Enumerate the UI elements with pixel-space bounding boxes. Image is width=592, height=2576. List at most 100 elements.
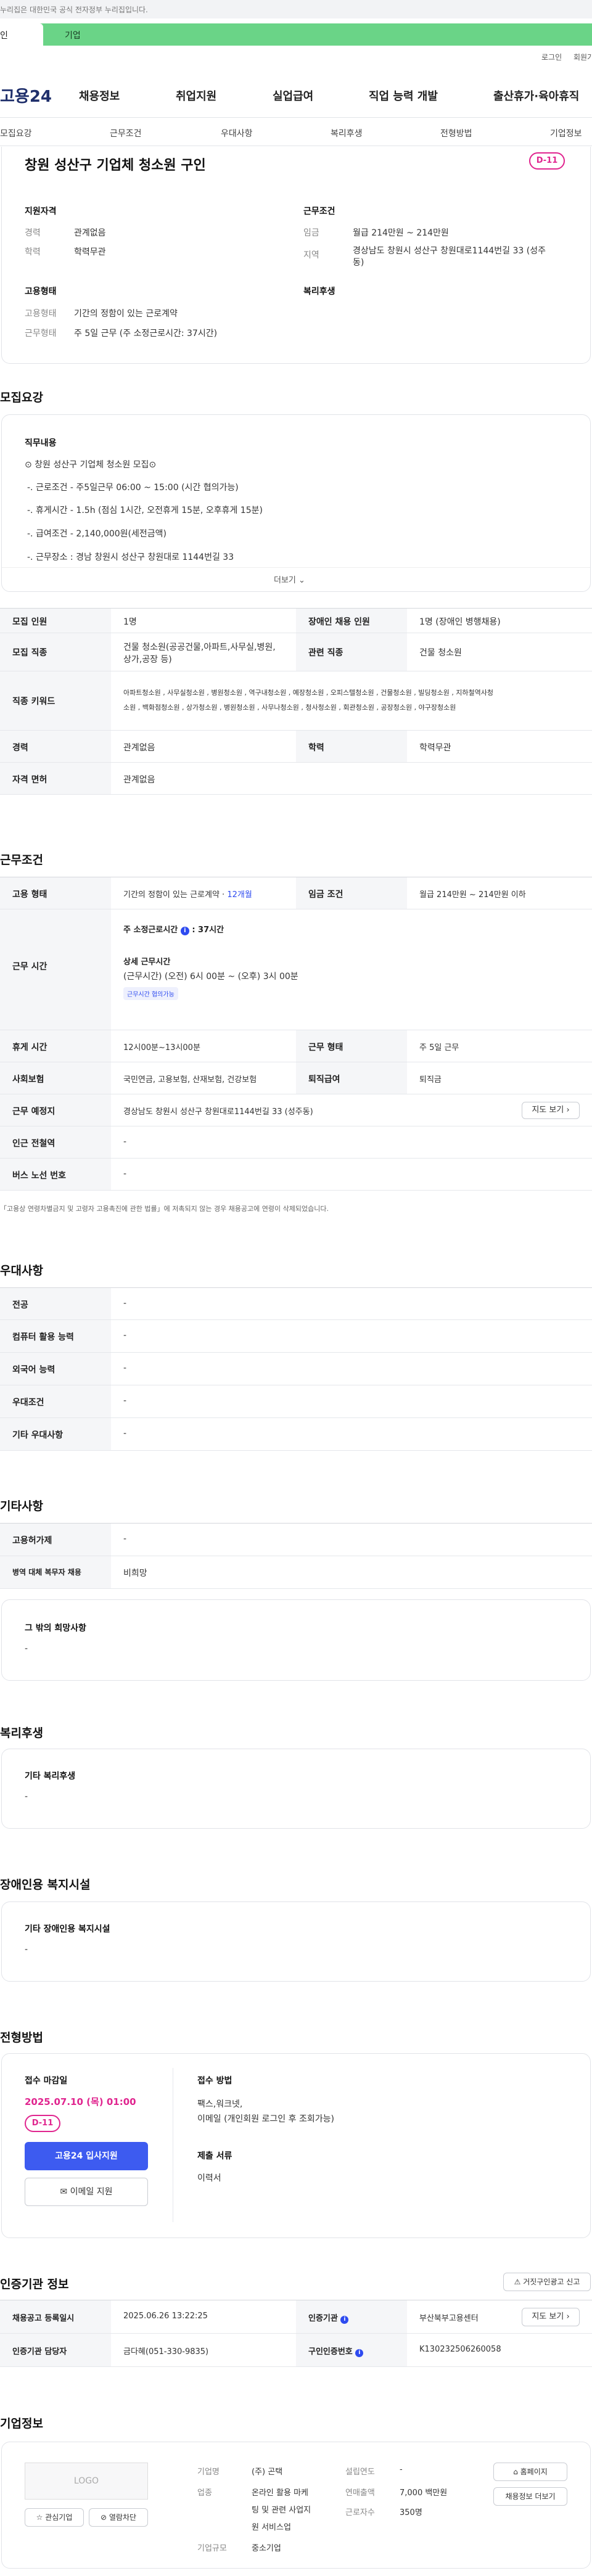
more-divider xyxy=(2,567,590,568)
worktype-label: 근무형태 xyxy=(25,329,57,338)
nav-job-training[interactable]: 직업 능력 개발 xyxy=(369,88,438,104)
user-type-tabs: 인 기업 xyxy=(0,23,592,46)
info-icon[interactable]: i xyxy=(355,2349,364,2357)
table-row: 모집 인원 1명 장애인 채용 인원 1명 (장애인 병행채용) xyxy=(0,609,592,633)
location-value-line1: 경상남도 창원시 성산구 창원대로1144번길 33 (성주 xyxy=(353,246,546,256)
employment-heading: 고용형태 xyxy=(25,287,57,297)
bus-label: 버스 노선 번호 xyxy=(12,1171,67,1181)
worktype-value: 주 5일 근무 (주 소정근로시간: 37시간) xyxy=(74,329,218,338)
signup-link[interactable]: 회원가 xyxy=(574,52,592,62)
company-jobs-button[interactable]: 채용정보 더보기 xyxy=(493,2487,567,2506)
home-icon: ⌂ xyxy=(513,2467,518,2476)
license-label: 자격 면허 xyxy=(12,775,47,785)
chevron-down-icon: ⌄ xyxy=(298,576,305,585)
etc-value: 비희망 xyxy=(123,1569,147,1578)
location-value-line2: 동) xyxy=(353,258,364,268)
tab-individual[interactable]: 인 xyxy=(0,23,43,46)
subnav-conditions[interactable]: 근무조건 xyxy=(110,127,142,139)
org-value: 부산북부고용센터 xyxy=(419,2314,479,2323)
homepage-button[interactable]: ⌂ 홈페이지 xyxy=(493,2463,567,2481)
subnav-preferences[interactable]: 우대사항 xyxy=(221,127,253,139)
form-value: 주 5일 근무 xyxy=(419,1043,459,1052)
pref-value: - xyxy=(123,1396,127,1406)
job-value-line2: 상가,공장 등) xyxy=(123,655,172,665)
etc-section-title: 기타사항 xyxy=(0,1499,43,1513)
pref-label: 전공 xyxy=(12,1300,28,1310)
deadline-heading: 접수 마감일 xyxy=(25,2076,68,2086)
etc-table: 고용허가제 - 병역 대체 복무자 채용 비희망 xyxy=(0,1523,592,1589)
block-company-button[interactable]: ⊘ 열람차단 xyxy=(89,2508,148,2527)
emp-months: 12개월 xyxy=(227,890,252,900)
recruit-table: 모집 인원 1명 장애인 채용 인원 1명 (장애인 병행채용) 모집 직종 건… xyxy=(0,608,592,805)
nav-job-info[interactable]: 채용정보 xyxy=(79,88,120,104)
subnav-welfare[interactable]: 복리후생 xyxy=(331,127,363,139)
nav-unemployment-benefit[interactable]: 실업급여 xyxy=(273,88,313,104)
method-heading: 접수 방법 xyxy=(197,2076,232,2086)
disabled-label: 장애인 채용 인원 xyxy=(308,617,370,627)
cert-map-button[interactable]: 지도 보기 › xyxy=(522,2308,580,2326)
place-value: 경상남도 창원시 성산구 창원대로1144번길 33 (성주동) xyxy=(123,1107,313,1117)
table-row: 고용허가제 - xyxy=(0,1524,592,1556)
sales-label: 연매출액 xyxy=(345,2488,375,2498)
table-row: 병역 대체 복무자 채용 비희망 xyxy=(0,1556,592,1589)
table-row: 자격 면허 관계없음 xyxy=(0,763,592,795)
job-title: 창원 성산구 기업체 청소원 구인 xyxy=(25,158,206,173)
table-row: 경력 관계없음 학력 학력무관 xyxy=(0,731,592,763)
favorite-company-button[interactable]: ☆ 관심기업 xyxy=(25,2508,84,2527)
report-button[interactable]: ⚠ 거짓구인광고 신고 xyxy=(503,2273,591,2291)
email-apply-button[interactable]: ✉ 이메일 지원 xyxy=(25,2178,148,2206)
more-button[interactable]: 더보기 ⌄ xyxy=(274,573,305,585)
hours-detail-heading: 상세 근무시간 xyxy=(123,958,171,967)
info-icon[interactable]: i xyxy=(340,2316,349,2324)
career-value: 관계없음 xyxy=(74,228,106,238)
header-divider xyxy=(0,117,592,118)
nav-employment-support[interactable]: 취업지원 xyxy=(176,88,216,104)
wish-heading: 그 밖의 희망사항 xyxy=(25,1623,86,1633)
education-value: 학력무관 xyxy=(74,247,106,257)
work-conditions-heading: 근무조건 xyxy=(303,207,335,216)
wish-value: - xyxy=(25,1644,28,1654)
hours-week: 주 소정근로시간 i : 37시간 xyxy=(123,923,224,935)
disability-section-title: 장애인용 복지시설 xyxy=(0,1878,91,1892)
cert-id-label: 구인인증번호 i xyxy=(308,2345,364,2357)
company-section-title: 기업정보 xyxy=(0,2417,43,2430)
employees-label: 근로자수 xyxy=(345,2508,375,2517)
manager-label: 인증기관 담당자 xyxy=(12,2347,67,2357)
pref-section-title: 우대사항 xyxy=(0,1264,43,1278)
subnav-recruit[interactable]: 모집요강 xyxy=(0,127,32,139)
wage-value: 월급 214만원 ~ 214만원 xyxy=(353,228,449,238)
favorite-label: 관심기업 xyxy=(45,2513,73,2522)
severance-value: 퇴직금 xyxy=(419,1075,442,1085)
cert-section-title: 인증기관 정보 xyxy=(0,2278,69,2291)
emp-label: 고용 형태 xyxy=(12,890,47,900)
subnav-company[interactable]: 기업정보 xyxy=(550,127,582,139)
login-link[interactable]: 로그인 xyxy=(541,52,562,62)
map-button[interactable]: 지도 보기 › xyxy=(522,1102,580,1119)
location-label: 지역 xyxy=(303,250,319,260)
welfare-value: - xyxy=(25,1792,28,1802)
job-value-line1: 건물 청소원(공공건물,아파트,사무실,병원, xyxy=(123,642,276,652)
chevron-right-icon: › xyxy=(566,2312,570,2321)
pref-value: - xyxy=(123,1298,127,1308)
table-row: 버스 노선 번호 - xyxy=(0,1159,592,1191)
nav-parental-leave[interactable]: 출산휴가·육아휴직 xyxy=(493,88,579,104)
apply-button[interactable]: 고용24 입사지원 xyxy=(25,2142,148,2170)
info-icon[interactable]: i xyxy=(180,927,189,935)
dday-badge: D-11 xyxy=(25,2115,60,2132)
cert-table: 채용공고 등록일시 2025.06.26 13:22:25 인증기관 i 부산북… xyxy=(0,2300,592,2367)
org-label: 인증기관 i xyxy=(308,2311,349,2324)
subnav-selection[interactable]: 전형방법 xyxy=(440,127,472,139)
table-row: 기타 우대사항 - xyxy=(0,1418,592,1451)
recruit-section-title: 모집요강 xyxy=(0,391,43,404)
site-logo[interactable]: 고용24 xyxy=(0,84,52,107)
emptype-label: 고용형태 xyxy=(25,309,57,319)
people-value: 1명 xyxy=(123,617,137,627)
subway-label: 인근 전철역 xyxy=(12,1139,56,1149)
method-value-line2: 이메일 (개인회원 로그인 후 조회가능) xyxy=(197,2114,334,2124)
table-row: 인근 전철역 - xyxy=(0,1126,592,1159)
emp-value: 기간의 정함이 있는 근로계약 · 12개월 xyxy=(123,888,252,900)
tab-business[interactable]: 기업 xyxy=(65,29,81,41)
company-name-value: (주) 곤택 xyxy=(252,2467,283,2477)
wage-cond-value: 월급 214만원 ~ 214만원 이하 xyxy=(419,890,526,900)
related-label: 관련 직종 xyxy=(308,648,343,658)
